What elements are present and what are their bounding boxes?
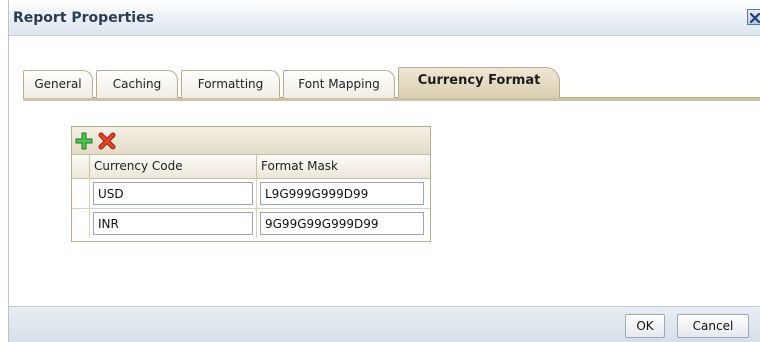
column-header-currency-code[interactable]: Currency Code bbox=[90, 155, 257, 178]
close-icon bbox=[750, 13, 760, 23]
currency-code-input[interactable] bbox=[93, 212, 253, 235]
format-mask-cell bbox=[257, 179, 430, 208]
delete-icon bbox=[98, 132, 116, 150]
currency-code-cell bbox=[90, 179, 257, 208]
dialog-footer: OK Cancel bbox=[9, 306, 760, 342]
dialog-titlebar: Report Properties bbox=[9, 0, 760, 36]
row-selector[interactable] bbox=[72, 179, 90, 208]
ok-button[interactable]: OK bbox=[625, 314, 665, 338]
tab-strip: General Caching Formatting Font Mapping … bbox=[23, 67, 760, 101]
tab-font-mapping[interactable]: Font Mapping bbox=[283, 70, 395, 98]
table-toolbar bbox=[72, 127, 430, 155]
tab-caching[interactable]: Caching bbox=[96, 70, 178, 98]
tab-label: Font Mapping bbox=[298, 77, 380, 91]
row-selector[interactable] bbox=[72, 209, 90, 238]
tab-label: General bbox=[34, 77, 82, 91]
table-row bbox=[72, 179, 430, 209]
currency-code-input[interactable] bbox=[93, 182, 253, 205]
format-mask-input[interactable] bbox=[260, 182, 424, 205]
currency-code-cell bbox=[90, 209, 257, 238]
table-row bbox=[72, 209, 430, 239]
tab-currency-format[interactable]: Currency Format bbox=[398, 67, 560, 98]
tab-label: Caching bbox=[112, 77, 162, 91]
delete-row-button[interactable] bbox=[98, 132, 116, 150]
format-mask-cell bbox=[257, 209, 430, 238]
report-properties-dialog: Report Properties General Caching Format… bbox=[8, 0, 760, 342]
header-select-cell bbox=[72, 155, 90, 178]
format-mask-input[interactable] bbox=[260, 212, 424, 235]
tab-general[interactable]: General bbox=[23, 70, 93, 98]
add-row-button[interactable] bbox=[75, 132, 93, 150]
dialog-title: Report Properties bbox=[13, 10, 154, 26]
cancel-button[interactable]: Cancel bbox=[677, 314, 749, 338]
tab-label: Formatting bbox=[197, 77, 264, 91]
table-header-row: Currency Code Format Mask bbox=[72, 155, 430, 179]
column-header-format-mask[interactable]: Format Mask bbox=[257, 155, 430, 178]
currency-format-table: Currency Code Format Mask bbox=[71, 126, 431, 242]
tab-formatting[interactable]: Formatting bbox=[181, 70, 280, 98]
tab-label: Currency Format bbox=[417, 73, 541, 88]
add-icon bbox=[75, 132, 93, 150]
close-button[interactable] bbox=[747, 9, 760, 25]
